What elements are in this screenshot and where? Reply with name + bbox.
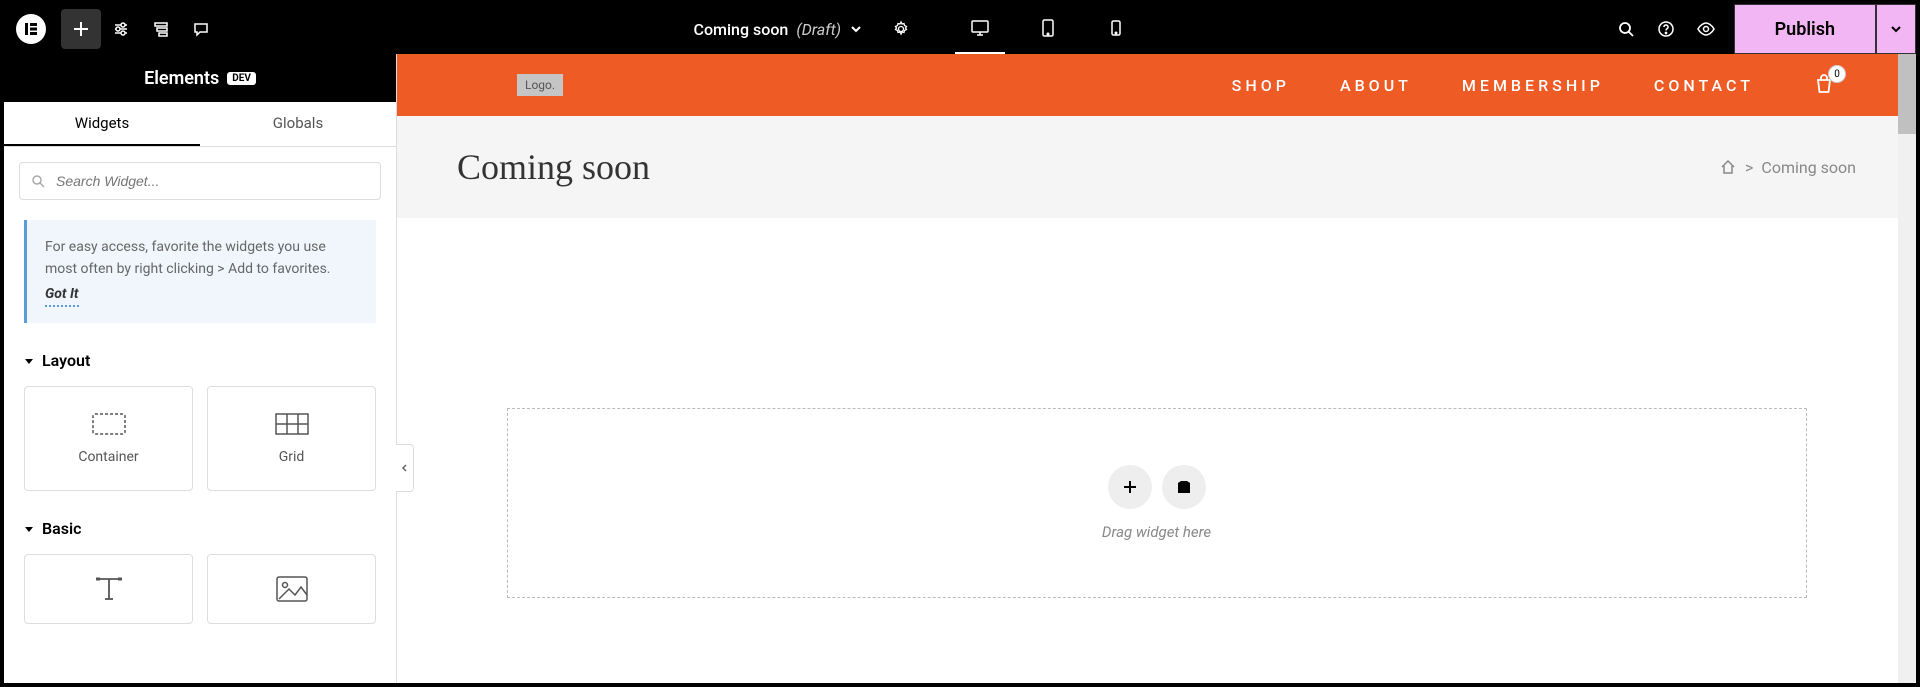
site-header: Logo. SHOP ABOUT MEMBERSHIP CONTACT 0 [397, 54, 1916, 116]
widget-grid[interactable]: Grid [207, 386, 376, 491]
section-basic-header[interactable]: Basic [4, 511, 396, 546]
device-desktop-button[interactable] [955, 4, 1005, 54]
nav-about[interactable]: ABOUT [1340, 76, 1412, 95]
help-icon[interactable] [1646, 9, 1686, 49]
breadcrumb: > Coming soon [1719, 158, 1856, 177]
section-layout-header[interactable]: Layout [4, 343, 396, 378]
add-elements-button[interactable] [61, 9, 101, 49]
topbar-center: Coming soon (Draft) [221, 4, 1606, 54]
widget-container-label: Container [78, 449, 138, 465]
site-nav: SHOP ABOUT MEMBERSHIP CONTACT 0 [1232, 73, 1876, 97]
layout-widgets: Container Grid [4, 378, 396, 511]
drop-buttons [1108, 465, 1206, 509]
page-title-dropdown[interactable]: Coming soon (Draft) [686, 20, 872, 39]
breadcrumb-current: Coming soon [1761, 158, 1856, 177]
widget-search-input[interactable] [19, 162, 381, 200]
drop-area[interactable]: Drag widget here [507, 408, 1807, 598]
comments-icon[interactable] [181, 9, 221, 49]
nav-shop[interactable]: SHOP [1232, 76, 1290, 95]
drop-hint: Drag widget here [1102, 523, 1211, 541]
elementor-logo-icon[interactable] [16, 14, 46, 44]
topbar-right: Publish [1606, 4, 1916, 54]
scrollbar-thumb[interactable] [1898, 54, 1916, 134]
scrollbar-track [1898, 54, 1916, 683]
tab-globals[interactable]: Globals [200, 102, 396, 146]
publish-button[interactable]: Publish [1734, 4, 1876, 54]
page-title: Coming soon [694, 20, 789, 39]
cart-button[interactable]: 0 [1812, 73, 1836, 97]
add-template-button[interactable] [1162, 465, 1206, 509]
settings-icon[interactable] [101, 9, 141, 49]
nav-membership[interactable]: MEMBERSHIP [1462, 76, 1604, 95]
structure-icon[interactable] [141, 9, 181, 49]
page-heading: Coming soon [457, 146, 650, 188]
page-header-row: Coming soon > Coming soon [397, 116, 1916, 218]
widget-heading[interactable] [24, 554, 193, 624]
tip-text: For easy access, favorite the widgets yo… [45, 239, 331, 277]
caret-down-icon [24, 356, 34, 366]
container-icon [92, 413, 126, 435]
tip-box: For easy access, favorite the widgets yo… [24, 220, 376, 323]
topbar-left [4, 9, 221, 49]
section-basic-title: Basic [42, 519, 81, 538]
panel-title: Elements [144, 68, 219, 89]
preview-icon[interactable] [1686, 9, 1726, 49]
add-section-button[interactable] [1108, 465, 1152, 509]
widget-container[interactable]: Container [24, 386, 193, 491]
page-status: (Draft) [796, 20, 841, 39]
search-icon [31, 174, 45, 188]
tab-widgets[interactable]: Widgets [4, 102, 200, 146]
panel-header: Elements DEV [4, 54, 396, 102]
elements-panel: Elements DEV Widgets Globals For easy ac… [4, 54, 397, 683]
heading-icon [92, 575, 126, 603]
search-wrap [4, 147, 396, 215]
cart-count-badge: 0 [1828, 65, 1846, 83]
nav-contact[interactable]: CONTACT [1654, 76, 1754, 95]
grid-icon [275, 413, 309, 435]
panel-tabs: Widgets Globals [4, 102, 396, 147]
widget-grid-label: Grid [279, 449, 305, 465]
chevron-down-icon [849, 22, 863, 36]
widget-image[interactable] [207, 554, 376, 624]
device-tablet-button[interactable] [1023, 4, 1073, 54]
top-bar: Coming soon (Draft) [4, 4, 1916, 54]
basic-widgets [4, 546, 396, 644]
section-layout-title: Layout [42, 351, 90, 370]
device-switcher [955, 4, 1141, 54]
dev-badge: DEV [227, 72, 256, 85]
caret-down-icon [24, 524, 34, 534]
device-mobile-button[interactable] [1091, 4, 1141, 54]
image-icon [275, 575, 309, 603]
publish-dropdown-button[interactable] [1876, 4, 1916, 54]
canvas: Logo. SHOP ABOUT MEMBERSHIP CONTACT 0 Co… [397, 54, 1916, 683]
page-settings-icon[interactable] [881, 9, 921, 49]
collapse-panel-button[interactable] [396, 444, 414, 492]
search-icon[interactable] [1606, 9, 1646, 49]
home-icon[interactable] [1719, 158, 1737, 176]
breadcrumb-separator: > [1745, 158, 1753, 177]
logo-placeholder[interactable]: Logo. [517, 74, 563, 96]
tip-got-it-link[interactable]: Got It [45, 283, 79, 307]
